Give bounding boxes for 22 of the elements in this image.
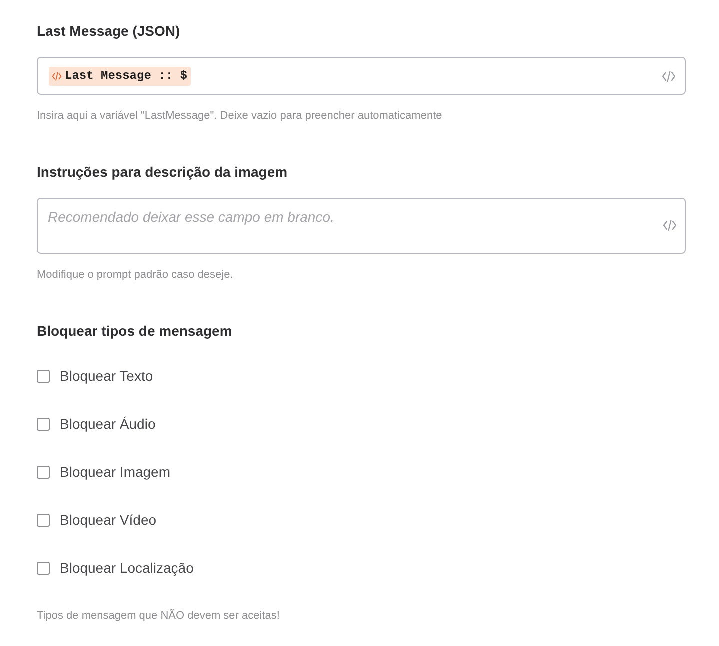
variable-input-field[interactable]: Last Message :: $ <box>37 57 686 95</box>
prompt-textarea[interactable]: Recomendado deixar esse campo em branco. <box>37 198 686 254</box>
checkbox-label[interactable]: Bloquear Imagem <box>60 463 171 481</box>
checkbox-label[interactable]: Bloquear Localização <box>60 559 194 577</box>
checkbox[interactable] <box>37 562 50 574</box>
code-icon <box>52 72 62 80</box>
group-label: Bloquear tipos de mensagem <box>37 322 232 340</box>
helper-text: Tipos de mensagem que NÃO devem ser aceitas! <box>37 609 280 623</box>
code-icon[interactable] <box>662 70 676 82</box>
checkbox[interactable] <box>37 418 50 430</box>
checkbox-label[interactable]: Bloquear Vídeo <box>60 511 157 529</box>
variable-tag[interactable]: Last Message :: $ <box>49 66 192 86</box>
checkbox-label[interactable]: Bloquear Texto <box>60 367 154 385</box>
field-label: Last Message (JSON) <box>37 22 180 40</box>
code-icon[interactable] <box>663 220 677 231</box>
helper-text: Insira aqui a variável "LastMessage". Deixe vazio para preencher automaticamente <box>37 109 442 123</box>
checkbox-label[interactable]: Bloquear Áudio <box>60 415 156 433</box>
checkbox[interactable] <box>37 466 50 478</box>
checkbox[interactable] <box>37 514 50 526</box>
helper-text: Modifique o prompt padrão caso deseje. <box>37 268 234 282</box>
checkbox[interactable] <box>37 370 50 382</box>
field-label: Instruções para descrição da imagem <box>37 163 288 181</box>
